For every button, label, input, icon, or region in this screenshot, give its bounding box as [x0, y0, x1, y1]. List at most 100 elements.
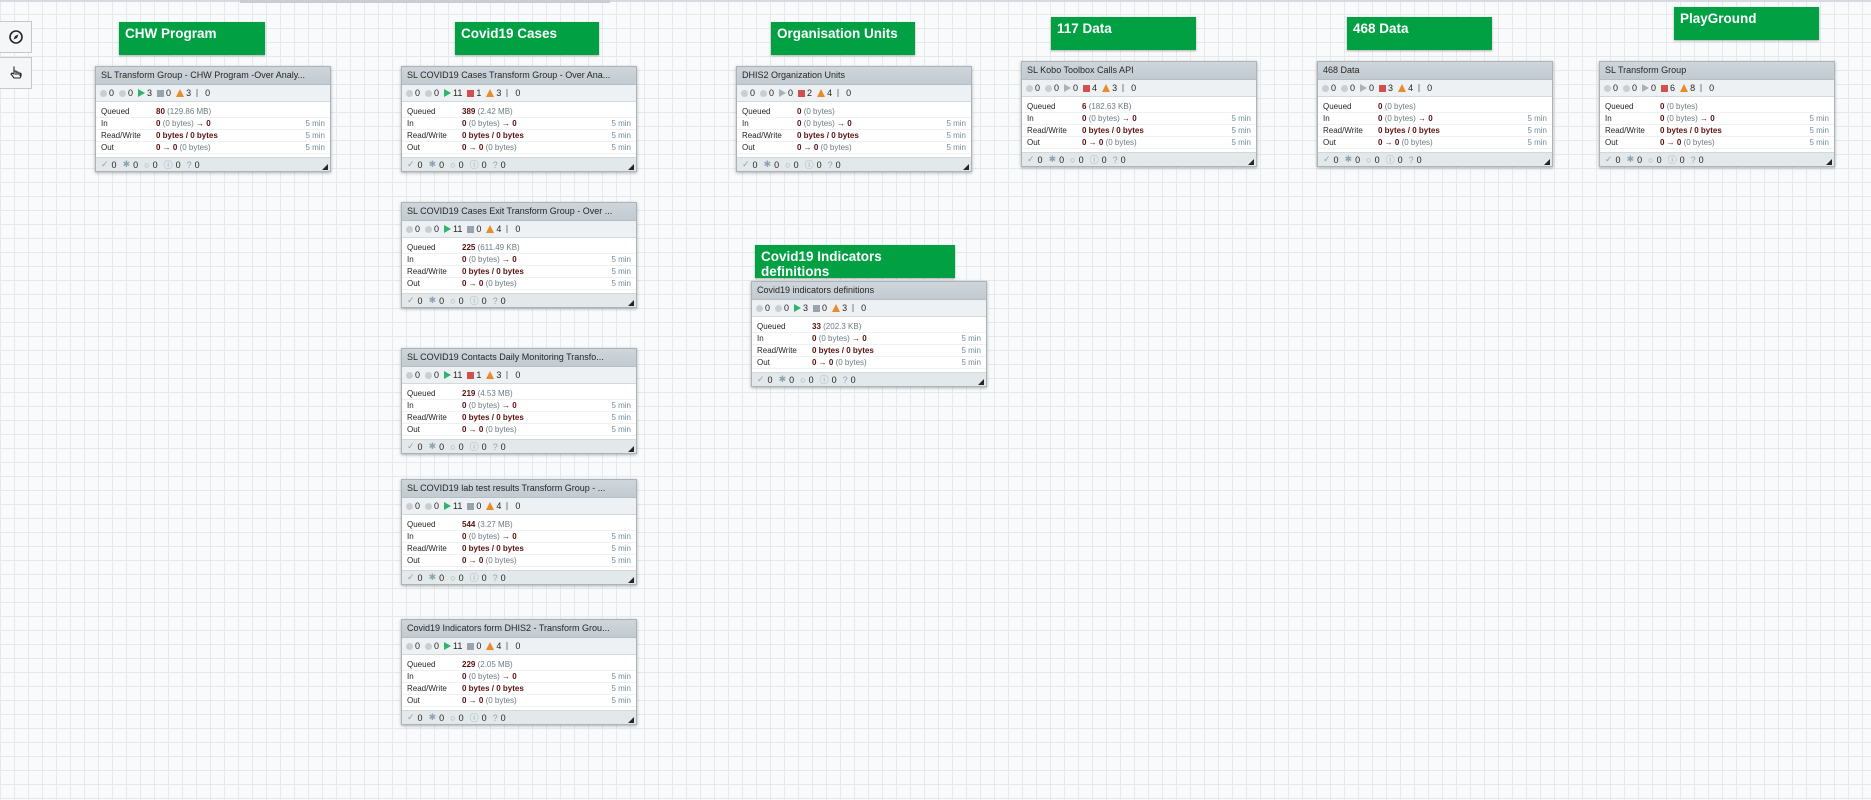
not-transmitting-count-icon	[425, 502, 433, 510]
transmitting-count-icon	[100, 89, 107, 97]
row-queued: Queued 80 (129.86 MB)	[96, 106, 330, 118]
row-value: 80 (129.86 MB)	[156, 107, 212, 116]
row-label: In	[407, 672, 414, 681]
row-label: In	[757, 334, 764, 343]
row-queued: Queued 544 (3.27 MB)	[402, 519, 636, 531]
disabled-count-icon	[1700, 84, 1707, 92]
not-transmitting-count-icon	[1045, 84, 1053, 92]
label-5[interactable]: PlayGround	[1674, 7, 1819, 40]
stopped-count: 0	[157, 88, 171, 98]
not-transmitting-count-icon	[1341, 84, 1349, 92]
disabled-count-icon	[506, 642, 513, 650]
row-value: 0 bytes / 0 bytes	[462, 131, 524, 140]
label-1[interactable]: Covid19 Cases	[455, 22, 599, 55]
stopped-count-icon	[1661, 84, 1669, 92]
process-group-name[interactable]: SL COVID19 lab test results Transform Gr…	[402, 480, 636, 498]
select-pointer-button[interactable]	[0, 57, 32, 89]
transmitting-count: 0	[406, 370, 420, 380]
process-group[interactable]: SL COVID19 Cases Exit Transform Group - …	[401, 202, 637, 308]
process-group-name[interactable]: DHIS2 Organization Units	[737, 67, 971, 85]
row-value: 0 → 0 (0 bytes)	[156, 143, 211, 152]
row-queued: Queued 6 (182.63 KB)	[1022, 101, 1256, 113]
row-value: 33 (202.3 KB)	[812, 322, 862, 331]
label-4[interactable]: 468 Data	[1347, 17, 1492, 50]
process-group-name[interactable]: Covid19 indicators definitions	[752, 282, 986, 300]
running-count-icon	[444, 89, 452, 97]
modified-stale: ⓘ 0	[469, 712, 487, 724]
status-bar: 0 0 11 0 4 0	[402, 638, 636, 655]
process-group[interactable]: SL Transform Group - CHW Program -Over A…	[95, 66, 331, 172]
not-transmitting-count: 0	[760, 88, 774, 98]
row-out: Out 0 → 0 (0 bytes) 5 min	[402, 278, 636, 290]
running-count: 11	[444, 224, 462, 234]
time-window: 5 min	[611, 267, 631, 276]
row-value: 0 (0 bytes) → 0	[156, 119, 211, 128]
process-group-name[interactable]: SL Transform Group	[1600, 62, 1834, 80]
sync-failure: ? 0	[827, 159, 841, 170]
circle-icon: ○	[785, 159, 791, 170]
process-group-name[interactable]: SL COVID19 Cases Transform Group - Over …	[402, 67, 636, 85]
check-icon: ✓	[1605, 154, 1613, 164]
circle-icon: ○	[144, 159, 150, 170]
running-count-icon	[138, 89, 146, 97]
process-group[interactable]: SL Kobo Toolbox Calls API 0 0 0 4 3 0 Queued 6 (…	[1021, 61, 1257, 167]
not-transmitting-count: 0	[1623, 83, 1637, 93]
not-transmitting-count: 0	[425, 370, 439, 380]
process-group[interactable]: Covid19 Indicators form DHIS2 - Transfor…	[401, 619, 637, 725]
disabled-count-icon	[506, 371, 513, 379]
row-value: 6 (182.63 KB)	[1082, 102, 1132, 111]
question-icon: ?	[492, 295, 498, 306]
row-label: Out	[407, 696, 420, 705]
row-label: In	[407, 401, 414, 410]
row-label: Queued	[407, 243, 436, 252]
question-icon: ?	[492, 712, 498, 723]
process-group-name[interactable]: Covid19 Indicators form DHIS2 - Transfor…	[402, 620, 636, 638]
process-group[interactable]: 468 Data 0 0 0 3 4 0 Queued 0 (0 bytes) In 0 (0 by…	[1317, 61, 1553, 167]
row-rw: Read/Write 0 bytes / 0 bytes 5 min	[752, 345, 986, 357]
process-group-name[interactable]: SL Kobo Toolbox Calls API	[1022, 62, 1256, 80]
running-count: 0	[1642, 83, 1656, 93]
row-out: Out 0 → 0 (0 bytes) 5 min	[737, 142, 971, 154]
row-label: Out	[101, 143, 114, 152]
label-3[interactable]: 117 Data	[1051, 17, 1196, 50]
process-group[interactable]: SL COVID19 lab test results Transform Gr…	[401, 479, 637, 585]
process-group[interactable]: SL COVID19 Contacts Daily Monitoring Tra…	[401, 348, 637, 454]
status-bar: 003030	[752, 300, 986, 317]
row-value: 0 (0 bytes) → 0	[812, 334, 867, 343]
not-transmitting-count-icon	[425, 371, 433, 379]
row-label: Read/Write	[407, 684, 447, 693]
version-control-bar: ✓ 0 ✱ 0 ○ 0 ⓘ 0 ? 0	[402, 710, 636, 724]
status-bar: 000340	[1318, 80, 1552, 97]
process-group-name[interactable]: SL COVID19 Contacts Daily Monitoring Tra…	[402, 349, 636, 367]
process-group-name[interactable]: 468 Data	[1318, 62, 1552, 80]
label-6[interactable]: Covid19 Indicators definitions	[755, 245, 955, 279]
process-group[interactable]: DHIS2 Organization Units 0 0 0 2 4 0 Queued 0 (0…	[736, 66, 972, 172]
invalid-count-icon	[1398, 84, 1407, 92]
disabled-count-icon	[506, 225, 513, 233]
row-queued: Queued 33 (202.3 KB)	[752, 321, 986, 333]
time-window: 5 min	[1231, 114, 1251, 123]
not-transmitting-count: 0	[1045, 83, 1059, 93]
resize-corner-icon	[1544, 159, 1550, 165]
navigate-button[interactable]	[0, 21, 32, 53]
modified-stale: ⓘ 0	[804, 159, 822, 171]
process-group-name[interactable]: SL Transform Group - CHW Program -Over A…	[96, 67, 330, 85]
time-window: 5 min	[611, 696, 631, 705]
process-group[interactable]: Covid19 indicators definitions 0 0 3 0 3 0 Queu…	[751, 281, 987, 387]
invalid-count: 3	[176, 88, 191, 98]
transmitting-count-icon	[741, 89, 748, 97]
question-icon: ?	[1408, 154, 1414, 165]
process-group[interactable]: SL Transform Group 0 0 0 6 8 0 Queued 0 (0 bytes…	[1599, 61, 1835, 167]
process-group-name[interactable]: SL COVID19 Cases Exit Transform Group - …	[402, 203, 636, 221]
running-count-icon	[794, 304, 802, 312]
label-2[interactable]: Organisation Units	[771, 22, 915, 55]
up-to-date: ✓ 0	[407, 441, 423, 452]
process-group[interactable]: SL COVID19 Cases Transform Group - Over …	[401, 66, 637, 172]
label-0[interactable]: CHW Program	[119, 22, 265, 55]
row-value: 0 bytes / 0 bytes	[462, 413, 524, 422]
stopped-count-icon	[157, 89, 165, 97]
info-icon: ⓘ	[469, 713, 479, 723]
version-control-bar: ✓ 0 ✱ 0 ○ 0 ⓘ 0 ? 0	[402, 570, 636, 584]
time-window: 5 min	[611, 532, 631, 541]
row-label: Out	[407, 556, 420, 565]
